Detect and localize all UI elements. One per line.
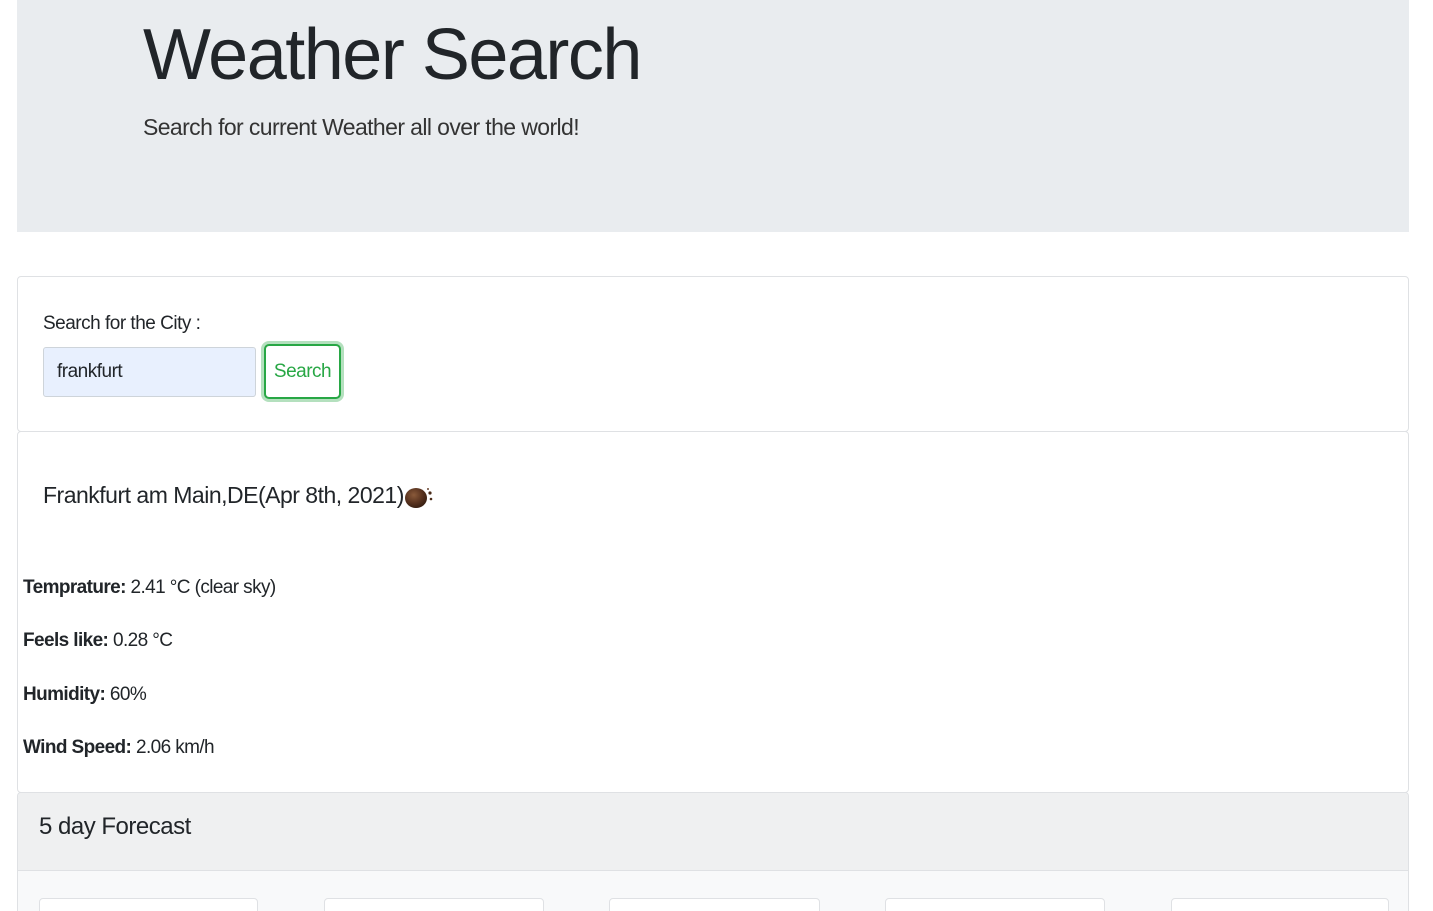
temperature-label: Temprature:: [23, 577, 126, 598]
humidity-label: Humidity:: [23, 684, 106, 705]
forecast-header: 5 day Forecast: [18, 793, 1408, 871]
search-button[interactable]: Search: [264, 344, 341, 399]
forecast-day-card: [324, 898, 544, 911]
humidity-row: Humidity: 60%: [23, 684, 147, 706]
forecast-day-card: [1171, 898, 1389, 911]
current-weather-card: Frankfurt am Main,DE(Apr 8th, 2021) Temp…: [17, 431, 1409, 793]
page-subtitle: Search for current Weather all over the …: [143, 114, 580, 140]
forecast-card: 5 day Forecast: [17, 792, 1409, 911]
forecast-title: 5 day Forecast: [39, 813, 191, 840]
city-search-input[interactable]: [43, 347, 256, 397]
header-jumbotron: Weather Search Search for current Weathe…: [17, 0, 1409, 232]
search-card: Search for the City : Search: [17, 276, 1409, 432]
search-label: Search for the City :: [43, 313, 201, 334]
forecast-day-card: [609, 898, 820, 911]
forecast-day-card: [39, 898, 258, 911]
wind-speed-value: 2.06 km/h: [131, 737, 215, 758]
wind-speed-row: Wind Speed: 2.06 km/h: [23, 737, 215, 759]
page-title: Weather Search: [143, 15, 642, 95]
humidity-value: 60%: [105, 684, 147, 705]
forecast-day-card: [885, 898, 1105, 911]
feels-like-label: Feels like:: [23, 630, 109, 651]
wind-speed-label: Wind Speed:: [23, 737, 132, 758]
temperature-row: Temprature: 2.41 °C (clear sky): [23, 577, 276, 599]
clear-sky-icon: [405, 488, 433, 508]
feels-like-value: 0.28 °C: [108, 630, 173, 651]
city-title: Frankfurt am Main,DE(Apr 8th, 2021): [43, 482, 404, 508]
feels-like-row: Feels like: 0.28 °C: [23, 630, 173, 652]
temperature-value: 2.41 °C (clear sky): [125, 577, 277, 598]
